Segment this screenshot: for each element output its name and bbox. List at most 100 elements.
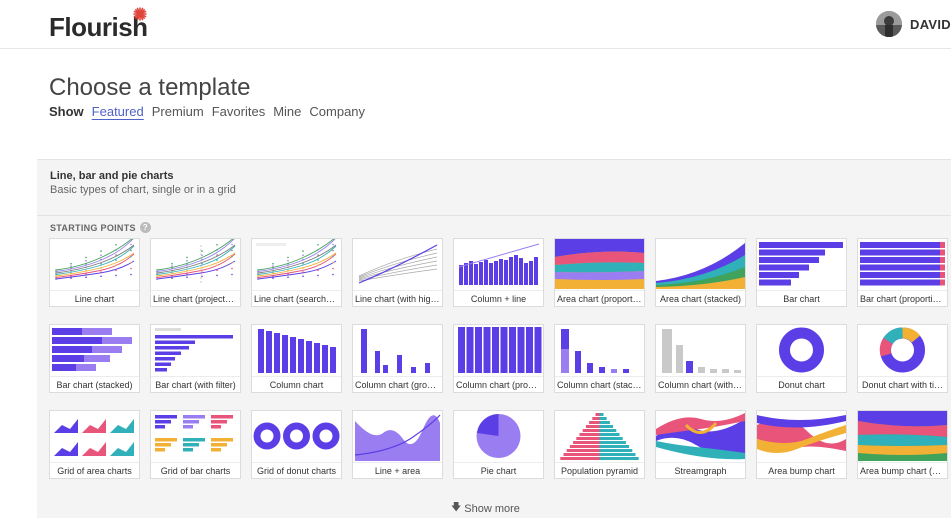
template-card-label: Area bump chart (pr… (858, 462, 947, 478)
template-thumbnail (858, 325, 947, 375)
template-thumbnail (656, 239, 745, 289)
template-card[interactable]: Column chart (with … (655, 324, 746, 393)
template-thumbnail (252, 239, 341, 289)
show-more-button[interactable]: 🡇 Show more (451, 500, 520, 517)
template-card[interactable]: Column + line (453, 238, 544, 307)
template-card[interactable]: Line chart (projected) (150, 238, 241, 307)
template-card-label: Area chart (stacked) (656, 290, 745, 306)
template-card-label: Column chart (with … (656, 376, 745, 392)
template-thumbnail (858, 239, 947, 289)
template-thumbnail (757, 239, 846, 289)
template-card-label: Bar chart (with filter) (151, 376, 240, 392)
template-thumbnail (50, 239, 139, 289)
user-avatar[interactable] (876, 11, 902, 37)
template-card-label: Pie chart (454, 462, 543, 478)
template-thumbnail (757, 325, 846, 375)
template-card[interactable]: Line + area (352, 410, 443, 479)
template-card[interactable]: Population pyramid (554, 410, 645, 479)
template-card[interactable]: Grid of area charts (49, 410, 140, 479)
template-card[interactable]: Area chart (proporti… (554, 238, 645, 307)
tab-featured[interactable]: Featured (92, 104, 144, 119)
template-card[interactable]: Bar chart (proportio… (857, 238, 948, 307)
template-card[interactable]: Column chart (251, 324, 342, 393)
template-card[interactable]: Bar chart (stacked) (49, 324, 140, 393)
starting-points-label: STARTING POINTS ? (50, 222, 151, 233)
template-thumbnail (151, 411, 240, 461)
template-card[interactable]: Line chart (with high… (352, 238, 443, 307)
template-card-label: Line chart (projected) (151, 290, 240, 306)
tab-premium[interactable]: Premium (152, 104, 204, 119)
template-thumbnail (353, 325, 442, 375)
template-card-label: Line chart (searchable) (252, 290, 341, 306)
template-card-label: Bar chart (757, 290, 846, 306)
template-thumbnail (555, 325, 644, 375)
template-card-label: Streamgraph (656, 462, 745, 478)
template-thumbnail (151, 325, 240, 375)
template-card-label: Population pyramid (555, 462, 644, 478)
template-thumbnail (656, 411, 745, 461)
template-card-label: Column chart (grou… (353, 376, 442, 392)
tab-favorites[interactable]: Favorites (212, 104, 265, 119)
template-card-label: Column chart (stack… (555, 376, 644, 392)
user-menu[interactable]: DAVID (876, 10, 951, 38)
template-thumbnail (454, 411, 543, 461)
template-thumbnail (50, 411, 139, 461)
logo-star-icon (133, 7, 147, 21)
top-navigation-bar: Flourish DAVID (0, 0, 951, 49)
template-thumbnail (656, 325, 745, 375)
username[interactable]: DAVID (910, 17, 951, 32)
category-description: Basic types of chart, single or in a gri… (50, 184, 236, 196)
page-title: Choose a template (49, 74, 250, 102)
template-thumbnail (252, 325, 341, 375)
starting-points-text: STARTING POINTS (50, 223, 136, 233)
template-card[interactable]: Streamgraph (655, 410, 746, 479)
template-card-label: Column + line (454, 290, 543, 306)
template-card-label: Bar chart (proportio… (858, 290, 947, 306)
template-thumbnail (353, 239, 442, 289)
panel-divider (37, 215, 951, 216)
template-card[interactable]: Line chart (49, 238, 140, 307)
help-icon[interactable]: ? (140, 222, 151, 233)
template-card[interactable]: Grid of donut charts (251, 410, 342, 479)
template-thumbnail (555, 239, 644, 289)
template-card-label: Grid of donut charts (252, 462, 341, 478)
template-card-label: Grid of area charts (50, 462, 139, 478)
template-thumbnail (555, 411, 644, 461)
show-label: Show (49, 104, 84, 119)
show-more-label: Show more (464, 503, 520, 515)
template-thumbnail (454, 325, 543, 375)
template-filter-tabs: Show Featured Premium Favorites Mine Com… (49, 104, 373, 119)
template-card[interactable]: Column chart (stack… (554, 324, 645, 393)
template-card[interactable]: Area chart (stacked) (655, 238, 746, 307)
template-card[interactable]: Grid of bar charts (150, 410, 241, 479)
template-card[interactable]: Area bump chart (756, 410, 847, 479)
template-card-label: Area bump chart (757, 462, 846, 478)
template-card[interactable]: Donut chart (756, 324, 847, 393)
template-card-label: Donut chart with ti… (858, 376, 947, 392)
template-card-label: Line chart (with high… (353, 290, 442, 306)
template-card[interactable]: Column chart (prop… (453, 324, 544, 393)
template-card[interactable]: Bar chart (with filter) (150, 324, 241, 393)
template-thumbnail (757, 411, 846, 461)
tab-company[interactable]: Company (309, 104, 365, 119)
template-card-label: Bar chart (stacked) (50, 376, 139, 392)
template-thumbnail (454, 239, 543, 289)
template-card-label: Column chart (prop… (454, 376, 543, 392)
template-thumbnail (151, 239, 240, 289)
tab-mine[interactable]: Mine (273, 104, 301, 119)
template-thumbnail (353, 411, 442, 461)
template-card-label: Grid of bar charts (151, 462, 240, 478)
template-card[interactable]: Bar chart (756, 238, 847, 307)
template-card[interactable]: Donut chart with ti… (857, 324, 948, 393)
arrow-down-icon: 🡇 (451, 500, 461, 517)
template-card-label: Area chart (proporti… (555, 290, 644, 306)
template-card[interactable]: Line chart (searchable) (251, 238, 342, 307)
template-card-label: Donut chart (757, 376, 846, 392)
template-card-label: Column chart (252, 376, 341, 392)
template-card[interactable]: Area bump chart (pr… (857, 410, 948, 479)
template-card[interactable]: Pie chart (453, 410, 544, 479)
template-card-label: Line + area (353, 462, 442, 478)
template-thumbnail (858, 411, 947, 461)
template-card[interactable]: Column chart (grou… (352, 324, 443, 393)
template-card-label: Line chart (50, 290, 139, 306)
